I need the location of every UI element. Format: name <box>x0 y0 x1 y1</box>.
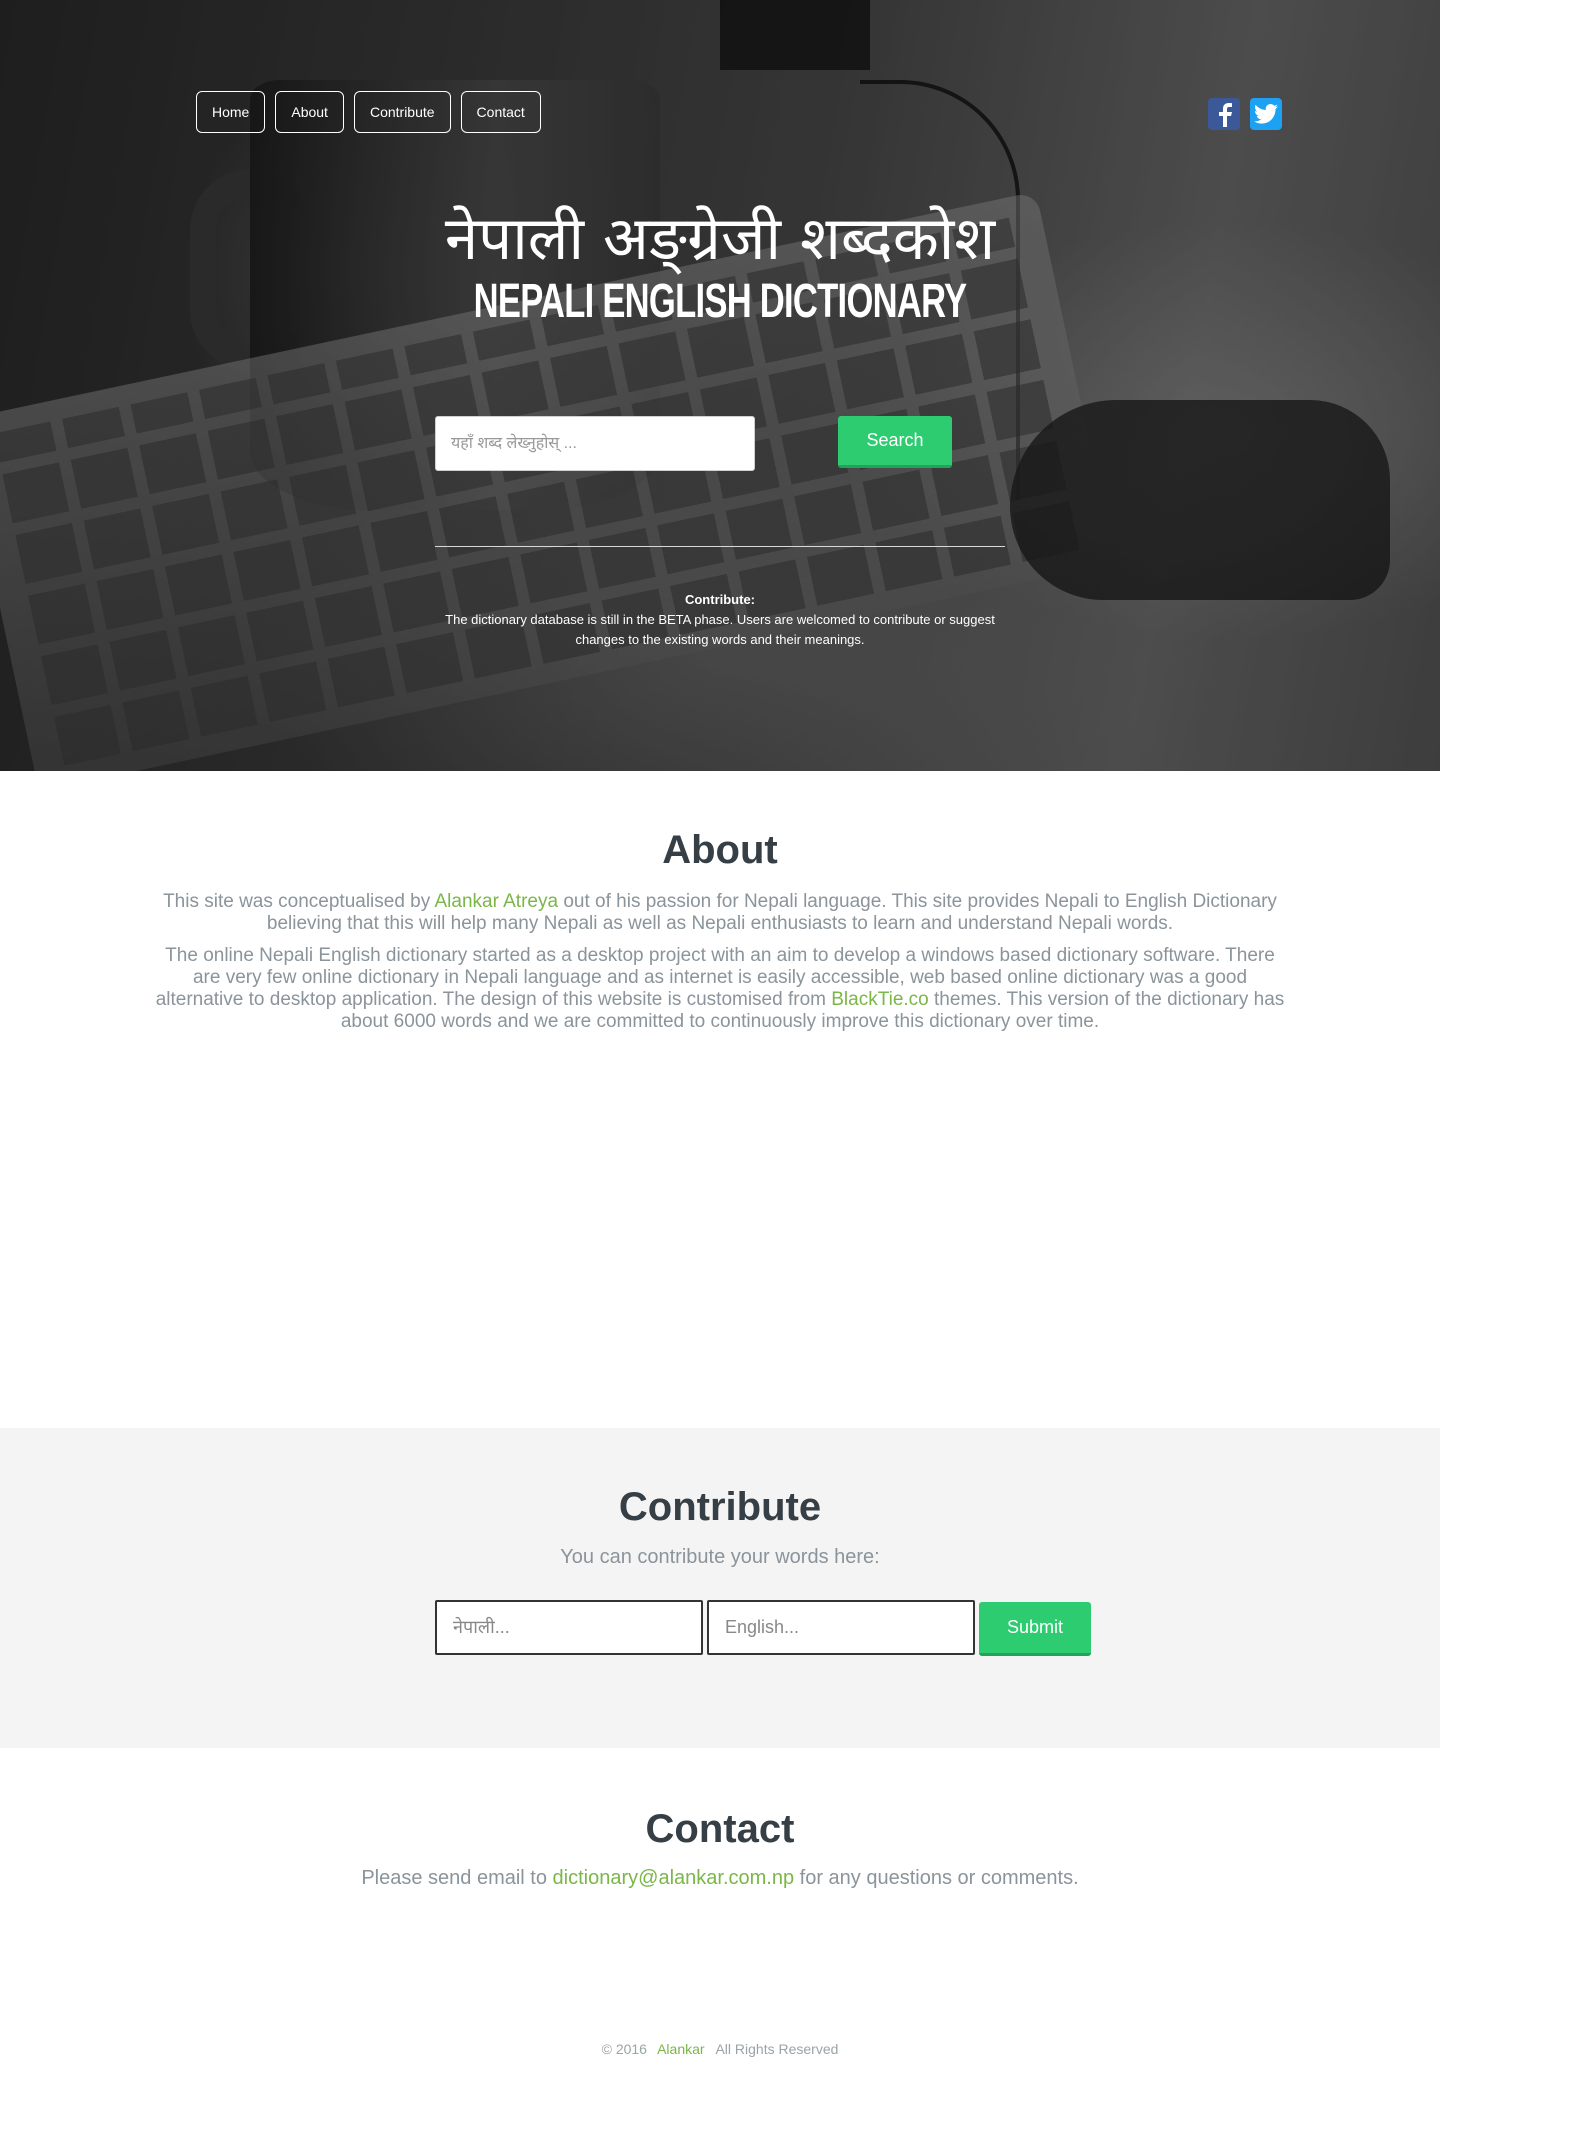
search-button[interactable]: Search <box>838 416 952 468</box>
nav-about[interactable]: About <box>275 91 344 133</box>
contribute-section <box>0 1428 1440 1748</box>
hero-divider <box>435 546 1005 547</box>
blacktie-link[interactable]: BlackTie.co <box>831 989 929 1010</box>
about-paragraph-1: This site was conceptualised by Alankar … <box>163 891 1277 934</box>
submit-button[interactable]: Submit <box>979 1602 1091 1656</box>
nav-contribute[interactable]: Contribute <box>353 91 451 133</box>
nav-contact[interactable]: Contact <box>460 91 541 133</box>
beta-notice-heading: Contribute: <box>684 592 756 607</box>
about-heading: About <box>662 828 778 872</box>
contribute-subtitle: You can contribute your words here: <box>560 1546 880 1568</box>
nepali-word-field[interactable] <box>435 1600 703 1655</box>
twitter-icon[interactable] <box>1250 98 1282 130</box>
beta-notice-text: The dictionary database is still in the … <box>445 612 995 647</box>
facebook-icon[interactable] <box>1208 98 1240 130</box>
main-nav: Home About Contribute Contact <box>196 91 541 133</box>
english-word-field[interactable] <box>707 1600 975 1655</box>
site-title-english: NEPALI ENGLISH DICTIONARY <box>473 275 967 328</box>
footer-rights: All Rights Reserved <box>715 2041 839 2057</box>
contribute-heading: Contribute <box>618 1485 822 1529</box>
site-title-nepali: नेपाली अङ्ग्रेजी शब्दकोश <box>444 204 996 274</box>
search-input[interactable] <box>435 416 755 471</box>
footer-author-link[interactable]: Alankar <box>657 2041 704 2057</box>
about-paragraph-2: The online Nepali English dictionary sta… <box>155 945 1285 1032</box>
email-link[interactable]: dictionary@alankar.com.np <box>553 1867 795 1889</box>
author-link[interactable]: Alankar Atreya <box>434 891 558 912</box>
hero-banner: Home About Contribute Contact नेपाली अङ्… <box>0 0 1440 771</box>
beta-notice: Contribute: The dictionary database is s… <box>435 590 1005 650</box>
contact-text: Please send email to dictionary@alankar.… <box>361 1867 1079 1889</box>
footer-copyright: © 2016 <box>601 2041 647 2057</box>
footer: © 2016 Alankar All Rights Reserved <box>0 2041 1440 2057</box>
social-links <box>1208 98 1282 130</box>
nav-home[interactable]: Home <box>196 91 266 133</box>
contact-heading: Contact <box>645 1807 795 1851</box>
